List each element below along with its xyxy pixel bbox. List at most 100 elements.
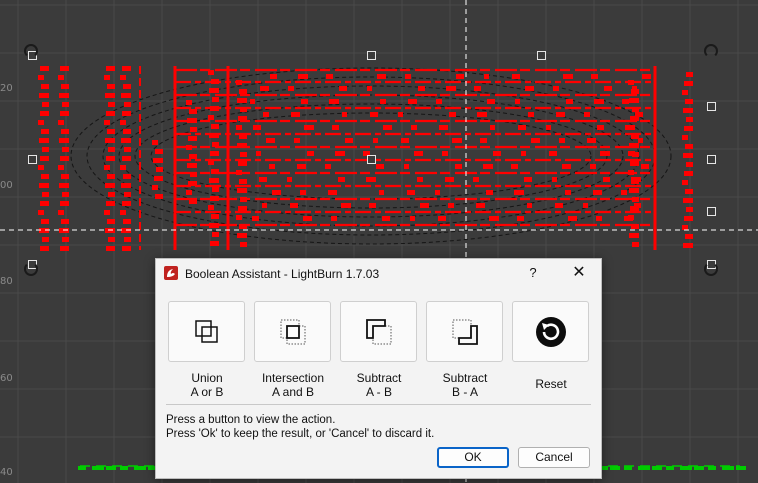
cut-glyph <box>528 112 534 117</box>
cut-glyph <box>629 98 639 103</box>
cut-glyph <box>154 176 163 181</box>
cut-glyph <box>107 129 115 134</box>
selection-handle[interactable] <box>537 51 546 60</box>
cut-glyph <box>239 179 247 184</box>
cut-glyph <box>152 185 158 190</box>
cut-glyph <box>382 216 390 221</box>
cut-glyph <box>41 84 49 89</box>
cut-glyph <box>290 203 298 208</box>
cut-glyph <box>208 205 214 210</box>
intersection-icon <box>280 319 305 344</box>
cut-glyph <box>531 138 540 143</box>
cut-glyph <box>211 124 219 129</box>
cut-glyph <box>566 99 573 104</box>
cut-glyph <box>455 164 462 169</box>
cut-glyph <box>237 233 247 238</box>
cut-glyph <box>106 66 115 71</box>
cut-glyph <box>58 120 64 125</box>
union-button[interactable] <box>168 301 245 362</box>
cut-glyph <box>683 108 693 113</box>
cut-glyph <box>210 106 219 111</box>
cut-glyph <box>594 99 604 104</box>
reset-button[interactable] <box>512 301 589 362</box>
cut-glyph <box>240 152 247 157</box>
cut-glyph <box>41 174 49 179</box>
cut-glyph <box>60 246 69 251</box>
cut-glyph <box>410 216 415 221</box>
cancel-button[interactable]: Cancel <box>518 447 590 468</box>
cut-glyph <box>628 80 634 85</box>
cut-glyph <box>456 74 464 79</box>
intersection-button[interactable] <box>254 301 331 362</box>
cut-glyph <box>61 174 69 179</box>
cut-glyph <box>60 156 69 161</box>
cut-glyph <box>61 129 69 134</box>
cut-glyph <box>407 190 415 195</box>
cut-glyph <box>373 138 378 143</box>
cut-glyph <box>239 134 247 139</box>
cut-glyph <box>686 207 693 212</box>
cut-glyph <box>568 216 577 221</box>
cut-glyph <box>237 143 247 148</box>
dialog-titlebar[interactable]: Boolean Assistant - LightBurn 1.7.03 ? ✕ <box>156 259 601 287</box>
selection-handle[interactable] <box>707 102 716 111</box>
cut-glyph <box>474 86 481 91</box>
cut-glyph <box>208 115 214 120</box>
cut-glyph <box>684 171 693 176</box>
union-label: Union A or B <box>190 371 224 399</box>
cut-glyph <box>682 135 688 140</box>
cut-glyph <box>124 147 131 152</box>
cut-glyph <box>123 84 131 89</box>
selection-handle[interactable] <box>367 155 376 164</box>
subtract-a-b-button[interactable] <box>340 301 417 362</box>
cut-glyph <box>597 125 604 130</box>
close-button[interactable]: ✕ <box>568 263 590 283</box>
cut-glyph <box>622 99 629 104</box>
cut-glyph <box>303 216 312 221</box>
cut-glyph <box>398 112 403 117</box>
cut-glyph <box>684 126 693 131</box>
cut-glyph <box>122 201 131 206</box>
cut-glyph <box>376 164 384 169</box>
cut-glyph <box>39 183 49 188</box>
ok-button[interactable]: OK <box>437 447 509 468</box>
cut-glyph <box>329 99 339 104</box>
cut-glyph <box>250 99 255 104</box>
cut-glyph <box>209 133 219 138</box>
cut-glyph <box>106 156 115 161</box>
subtract-b-a-button[interactable] <box>426 301 503 362</box>
cut-glyph <box>587 138 596 143</box>
cut-glyph <box>105 183 115 188</box>
rotate-handle-icon[interactable] <box>24 262 38 276</box>
cut-glyph <box>473 177 479 182</box>
cut-glyph <box>338 177 345 182</box>
selection-handle[interactable] <box>28 155 37 164</box>
cut-glyph <box>189 109 197 114</box>
cut-glyph <box>240 242 247 247</box>
selection-handle[interactable] <box>367 51 376 60</box>
cut-glyph <box>122 66 131 71</box>
rotate-handle-icon[interactable] <box>24 44 38 58</box>
cut-glyph <box>304 125 314 130</box>
cut-glyph <box>345 138 353 143</box>
cut-glyph <box>632 86 637 91</box>
selection-handle[interactable] <box>707 155 716 164</box>
cut-glyph <box>632 107 639 112</box>
cut-glyph <box>377 74 386 79</box>
selection-handle[interactable] <box>707 207 716 216</box>
cut-glyph <box>211 214 219 219</box>
cut-glyph <box>210 151 219 156</box>
cut-glyph <box>120 75 126 80</box>
cut-glyph <box>256 151 261 156</box>
help-button[interactable]: ? <box>526 263 540 283</box>
cut-glyph <box>555 203 563 208</box>
cut-glyph <box>641 164 649 169</box>
rotate-handle-icon[interactable] <box>704 262 718 276</box>
cut-glyph <box>546 125 551 130</box>
cut-glyph <box>236 125 242 130</box>
cut-glyph <box>686 162 693 167</box>
cut-glyph <box>549 151 557 156</box>
cut-glyph <box>262 203 267 208</box>
rotate-handle-icon[interactable] <box>704 44 718 58</box>
cut-glyph <box>269 164 275 169</box>
